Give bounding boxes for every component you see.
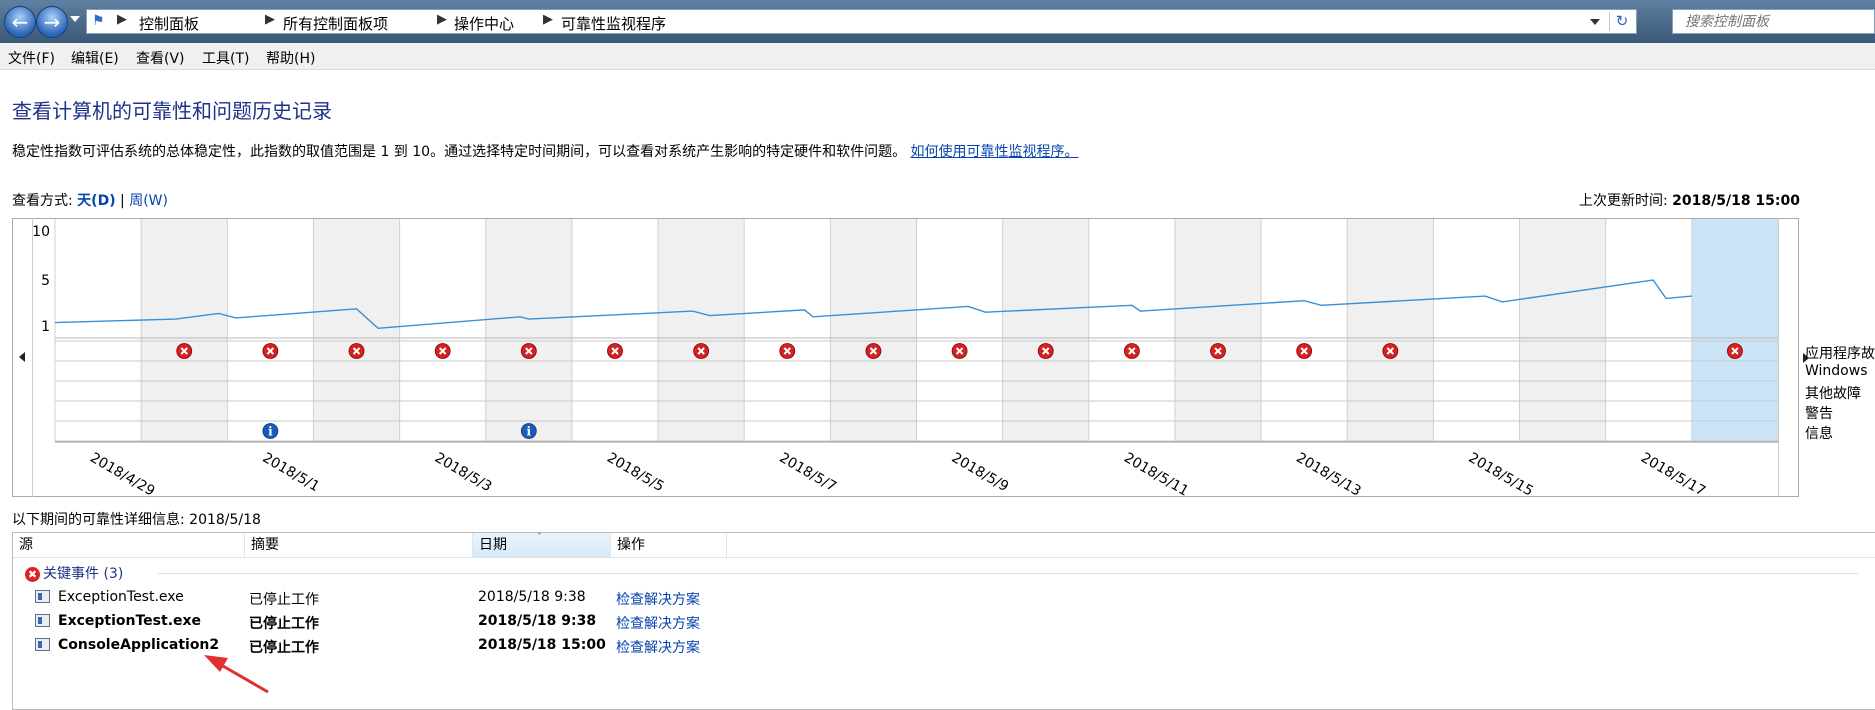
chart-column[interactable] (1002, 219, 1089, 442)
information-event-icon-glyph: i (268, 425, 273, 439)
column-header-summary[interactable]: 摘要 (245, 533, 473, 557)
column-header-source[interactable]: 源 (13, 533, 245, 557)
chart-column[interactable] (1088, 219, 1175, 442)
table-row[interactable]: ConsoleApplication2 已停止工作 2018/5/18 15:0… (13, 633, 1875, 657)
row-summary: 已停止工作 (249, 640, 319, 656)
chart-column[interactable] (1261, 219, 1348, 442)
row-source: ExceptionTest.exe (58, 613, 202, 629)
chart-column[interactable] (830, 219, 917, 442)
group-divider (158, 573, 1858, 574)
chart-column[interactable] (658, 219, 745, 442)
chart-column[interactable] (1519, 219, 1606, 442)
row-summary: 已停止工作 (249, 616, 319, 632)
row-summary: 已停止工作 (249, 592, 319, 608)
group-label: 关键事件 (3) (43, 566, 124, 582)
information-event-icon-glyph: i (527, 425, 532, 439)
details-label: 以下期间的可靠性详细信息: 2018/5/18 (12, 512, 261, 528)
chart-column[interactable] (571, 219, 659, 442)
check-solution-link[interactable]: 检查解决方案 (616, 637, 700, 657)
row-label-warnings: 警告 (1805, 406, 1833, 422)
chart-column[interactable] (399, 219, 486, 442)
chart-column[interactable] (1691, 219, 1778, 442)
y-tick-label: 10 (32, 224, 50, 240)
chart-column[interactable] (1605, 219, 1692, 442)
x-date-label: 2018/5/15 (1466, 450, 1536, 500)
chart-column[interactable] (313, 219, 400, 442)
column-header-date[interactable]: 日期 ˄ (473, 533, 611, 557)
row-date: 2018/5/18 9:38 (478, 589, 586, 605)
group-critical-events[interactable]: ✖ 关键事件 (3) (25, 563, 123, 583)
chart-column[interactable] (485, 219, 572, 442)
list-header: 源 摘要 日期 ˄ 操作 (13, 533, 1875, 558)
chart-column[interactable] (744, 219, 831, 442)
row-source: ConsoleApplication2 (58, 637, 220, 653)
x-date-label: 2018/5/13 (1293, 450, 1363, 500)
chart-column[interactable] (1433, 219, 1520, 442)
x-date-label: 2018/5/3 (432, 450, 494, 495)
chart-column[interactable] (1347, 219, 1434, 442)
x-date-label: 2018/5/1 (260, 450, 322, 495)
critical-event-icon: ✖ (25, 566, 40, 582)
chart-column[interactable] (1174, 219, 1262, 442)
chart-column[interactable] (141, 219, 228, 442)
x-date-label: 2018/5/7 (776, 450, 838, 495)
check-solution-link[interactable]: 检查解决方案 (616, 613, 700, 633)
row-label-windows: Windows (1805, 363, 1868, 379)
y-tick-label: 1 (41, 319, 50, 335)
check-solution-link[interactable]: 检查解决方案 (616, 589, 700, 609)
application-icon (35, 590, 50, 603)
row-label-app-failures: 应用程序故障 (1805, 346, 1875, 362)
x-date-label: 2018/4/29 (87, 450, 157, 500)
y-tick-label: 5 (41, 273, 50, 289)
row-date: 2018/5/18 15:00 (478, 637, 606, 653)
chart-column[interactable] (55, 219, 142, 442)
column-header-date-label: 日期 (479, 537, 507, 553)
sort-ascending-icon: ˄ (537, 532, 542, 543)
table-row[interactable]: ExceptionTest.exe 已停止工作 2018/5/18 9:38 检… (13, 585, 1875, 609)
x-date-label: 2018/5/17 (1638, 450, 1708, 500)
application-icon (35, 614, 50, 627)
column-header-action[interactable]: 操作 (611, 533, 727, 557)
row-label-misc-failures: 其他故障 (1805, 386, 1861, 402)
row-date: 2018/5/18 9:38 (478, 613, 597, 629)
chart-column[interactable] (916, 219, 1003, 442)
x-date-label: 2018/5/9 (949, 450, 1011, 495)
x-date-label: 2018/5/5 (604, 450, 666, 495)
x-date-label: 2018/5/11 (1121, 450, 1191, 500)
application-icon (35, 638, 50, 651)
row-label-information: 信息 (1805, 426, 1833, 442)
chart-column[interactable] (227, 219, 314, 442)
table-row[interactable]: ExceptionTest.exe 已停止工作 2018/5/18 9:38 检… (13, 609, 1875, 633)
row-source: ExceptionTest.exe (58, 589, 184, 605)
details-list: 源 摘要 日期 ˄ 操作 ✖ 关键事件 (3) ExceptionTest.exe… (12, 532, 1875, 710)
